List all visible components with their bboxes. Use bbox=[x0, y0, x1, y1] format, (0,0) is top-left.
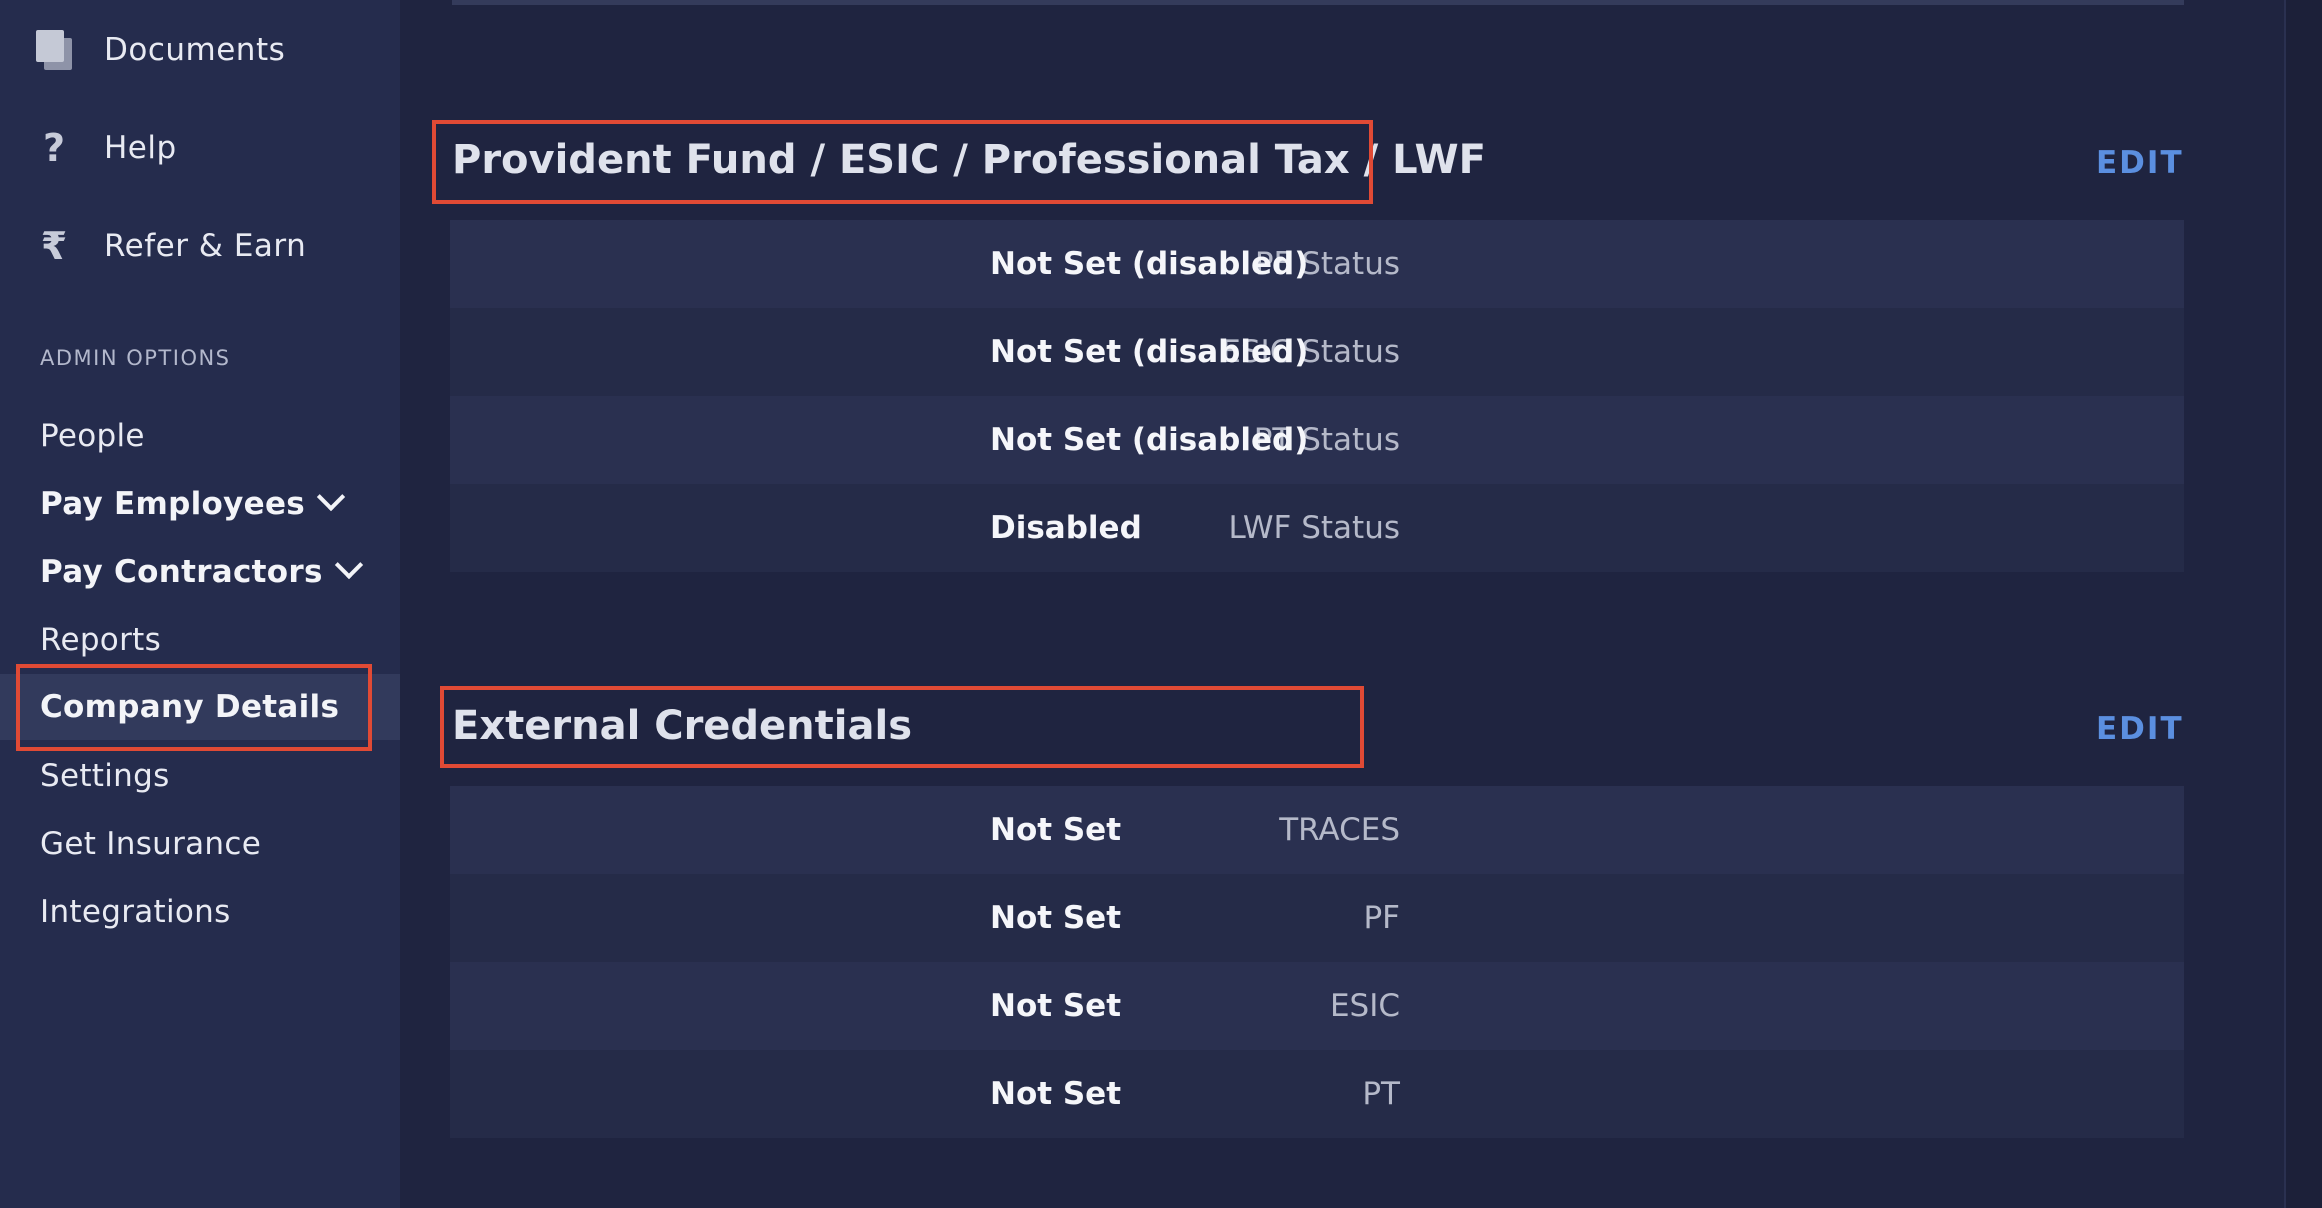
sidebar-item-reports[interactable]: Reports bbox=[0, 607, 400, 673]
table-row: LWF Status Disabled bbox=[450, 484, 2184, 572]
sidebar-item-help[interactable]: ? Help bbox=[0, 113, 400, 183]
row-value: Not Set bbox=[990, 988, 1122, 1024]
sidebar-item-pay-contractors[interactable]: Pay Contractors bbox=[0, 539, 400, 605]
sidebar-item-label: Get Insurance bbox=[40, 826, 262, 862]
rupee-icon: ₹ bbox=[40, 224, 68, 268]
row-key: PT bbox=[1362, 1076, 1400, 1112]
sidebar-item-label: Settings bbox=[40, 758, 170, 794]
row-key: ESIC bbox=[1329, 988, 1400, 1024]
sidebar-item-label: Help bbox=[104, 130, 177, 166]
sidebar-item-integrations[interactable]: Integrations bbox=[0, 879, 400, 945]
sidebar-item-company-details[interactable]: Company Details bbox=[0, 674, 400, 740]
section-divider bbox=[452, 0, 2184, 5]
admin-options-heading: ADMIN OPTIONS bbox=[40, 346, 231, 370]
scrollbar[interactable] bbox=[2284, 0, 2322, 1208]
question-icon: ? bbox=[42, 126, 66, 170]
table-row: PF Status Not Set (disabled) bbox=[450, 220, 2184, 308]
table-row: PT Not Set bbox=[450, 1050, 2184, 1138]
table-row: ESIC Not Set bbox=[450, 962, 2184, 1050]
sidebar-item-refer-earn[interactable]: ₹ Refer & Earn bbox=[0, 211, 400, 281]
table-row: PF Not Set bbox=[450, 874, 2184, 962]
statutory-edit-button[interactable]: EDIT bbox=[2096, 145, 2184, 181]
chevron-down-icon bbox=[316, 482, 346, 512]
documents-icon bbox=[34, 30, 74, 70]
sidebar-item-label: Pay Employees bbox=[40, 482, 346, 522]
credentials-edit-button[interactable]: EDIT bbox=[2096, 711, 2184, 747]
sidebar-item-label: Company Details bbox=[40, 689, 340, 725]
table-row: PT Status Not Set (disabled) bbox=[450, 396, 2184, 484]
sidebar-item-documents[interactable]: Documents bbox=[0, 15, 400, 85]
row-value: Disabled bbox=[990, 510, 1142, 546]
page: Documents ? Help ₹ Refer & Earn ADMIN OP… bbox=[0, 0, 2322, 1208]
row-value: Not Set (disabled) bbox=[990, 246, 1309, 282]
sidebar-item-label: Integrations bbox=[40, 894, 231, 930]
sidebar-item-get-insurance[interactable]: Get Insurance bbox=[0, 811, 400, 877]
chevron-down-icon bbox=[334, 550, 363, 580]
sidebar-item-label: People bbox=[40, 418, 145, 454]
table-row: ESIC Status Not Set (disabled) bbox=[450, 308, 2184, 396]
sidebar-item-label: Documents bbox=[104, 32, 286, 68]
statutory-table: PF Status Not Set (disabled) ESIC Status… bbox=[450, 220, 2184, 572]
row-value: Not Set bbox=[990, 900, 1122, 936]
credentials-section-title: External Credentials bbox=[452, 703, 912, 749]
row-value: Not Set (disabled) bbox=[990, 422, 1309, 458]
row-key: PF bbox=[1363, 900, 1400, 936]
sidebar: Documents ? Help ₹ Refer & Earn ADMIN OP… bbox=[0, 0, 400, 1208]
row-key: LWF Status bbox=[1228, 510, 1400, 546]
statutory-section-title: Provident Fund / ESIC / Professional Tax… bbox=[452, 137, 1486, 183]
table-row: TRACES Not Set bbox=[450, 786, 2184, 874]
row-value: Not Set bbox=[990, 1076, 1122, 1112]
sidebar-item-pay-employees[interactable]: Pay Employees bbox=[0, 471, 400, 537]
sidebar-item-settings[interactable]: Settings bbox=[0, 743, 400, 809]
row-value: Not Set bbox=[990, 812, 1122, 848]
sidebar-item-label: Pay Contractors bbox=[40, 550, 363, 590]
sidebar-item-label: Refer & Earn bbox=[104, 228, 307, 264]
row-value: Not Set (disabled) bbox=[990, 334, 1309, 370]
row-key: TRACES bbox=[1279, 812, 1400, 848]
sidebar-item-label: Reports bbox=[40, 622, 162, 658]
credentials-table: TRACES Not Set PF Not Set ESIC Not Set P… bbox=[450, 786, 2184, 1138]
sidebar-item-people[interactable]: People bbox=[0, 403, 400, 469]
